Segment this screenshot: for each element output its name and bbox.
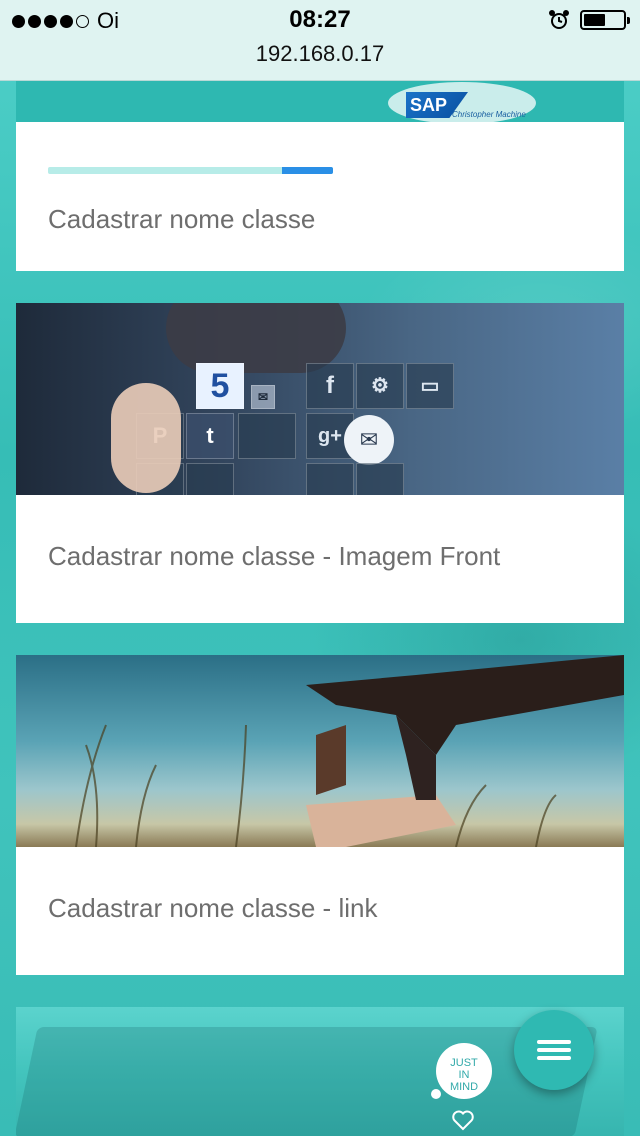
laptop-silhouette (16, 1027, 598, 1136)
class-card-image-front[interactable]: 5 ✉ f ⚙ ▭ P t g+ ✉ Cadastrar nome classe… (16, 303, 624, 623)
tile-bars (356, 463, 404, 495)
justinmind-logo: JUST IN MIND (436, 1043, 492, 1099)
menu-fab-button[interactable] (514, 1010, 594, 1090)
logo-line: MIND (449, 1081, 479, 1093)
social-media-image: 5 ✉ f ⚙ ▭ P t g+ ✉ (16, 303, 624, 495)
tile-chart (306, 463, 354, 495)
tile-five: 5 (196, 363, 244, 409)
tile-mail: ✉ (251, 385, 275, 409)
alarm-icon (549, 10, 569, 29)
class-card[interactable]: Cadastrar nome classe (16, 122, 624, 271)
hand (111, 383, 181, 493)
clock: 08:27 (289, 6, 351, 33)
tile-twitter: t (186, 413, 234, 459)
battery-icon (580, 10, 630, 30)
tile-success-text (238, 413, 296, 459)
progress-fill (281, 167, 333, 174)
mail-circle-icon: ✉ (344, 415, 394, 465)
status-bar: Oi 08:27 192.168.0.17 (0, 0, 640, 81)
card-title: Cadastrar nome classe (48, 204, 316, 234)
card-title: Cadastrar nome classe - Imagem Front (48, 541, 501, 571)
heart-icon[interactable] (451, 1108, 475, 1132)
hands-frame-illustration (75, 655, 624, 847)
tile-instagram (186, 463, 234, 495)
tile-facebook: f (306, 363, 354, 409)
class-card-link[interactable]: Cadastrar nome classe - link (16, 655, 624, 975)
logo-line: JUST (450, 1057, 478, 1069)
tile-settings: ⚙ (356, 363, 404, 409)
logo-line: IN (458, 1069, 470, 1081)
hands-frame-image (16, 655, 624, 847)
address-bar[interactable]: 192.168.0.17 (0, 41, 640, 67)
card-title: Cadastrar nome classe - link (48, 893, 378, 923)
tile-monitor: ▭ (406, 363, 454, 409)
logo-dot (431, 1089, 441, 1099)
progress-bar (48, 167, 333, 174)
sap-logo-subtext: Christopher Machine (452, 110, 526, 119)
battery-level (584, 14, 605, 26)
